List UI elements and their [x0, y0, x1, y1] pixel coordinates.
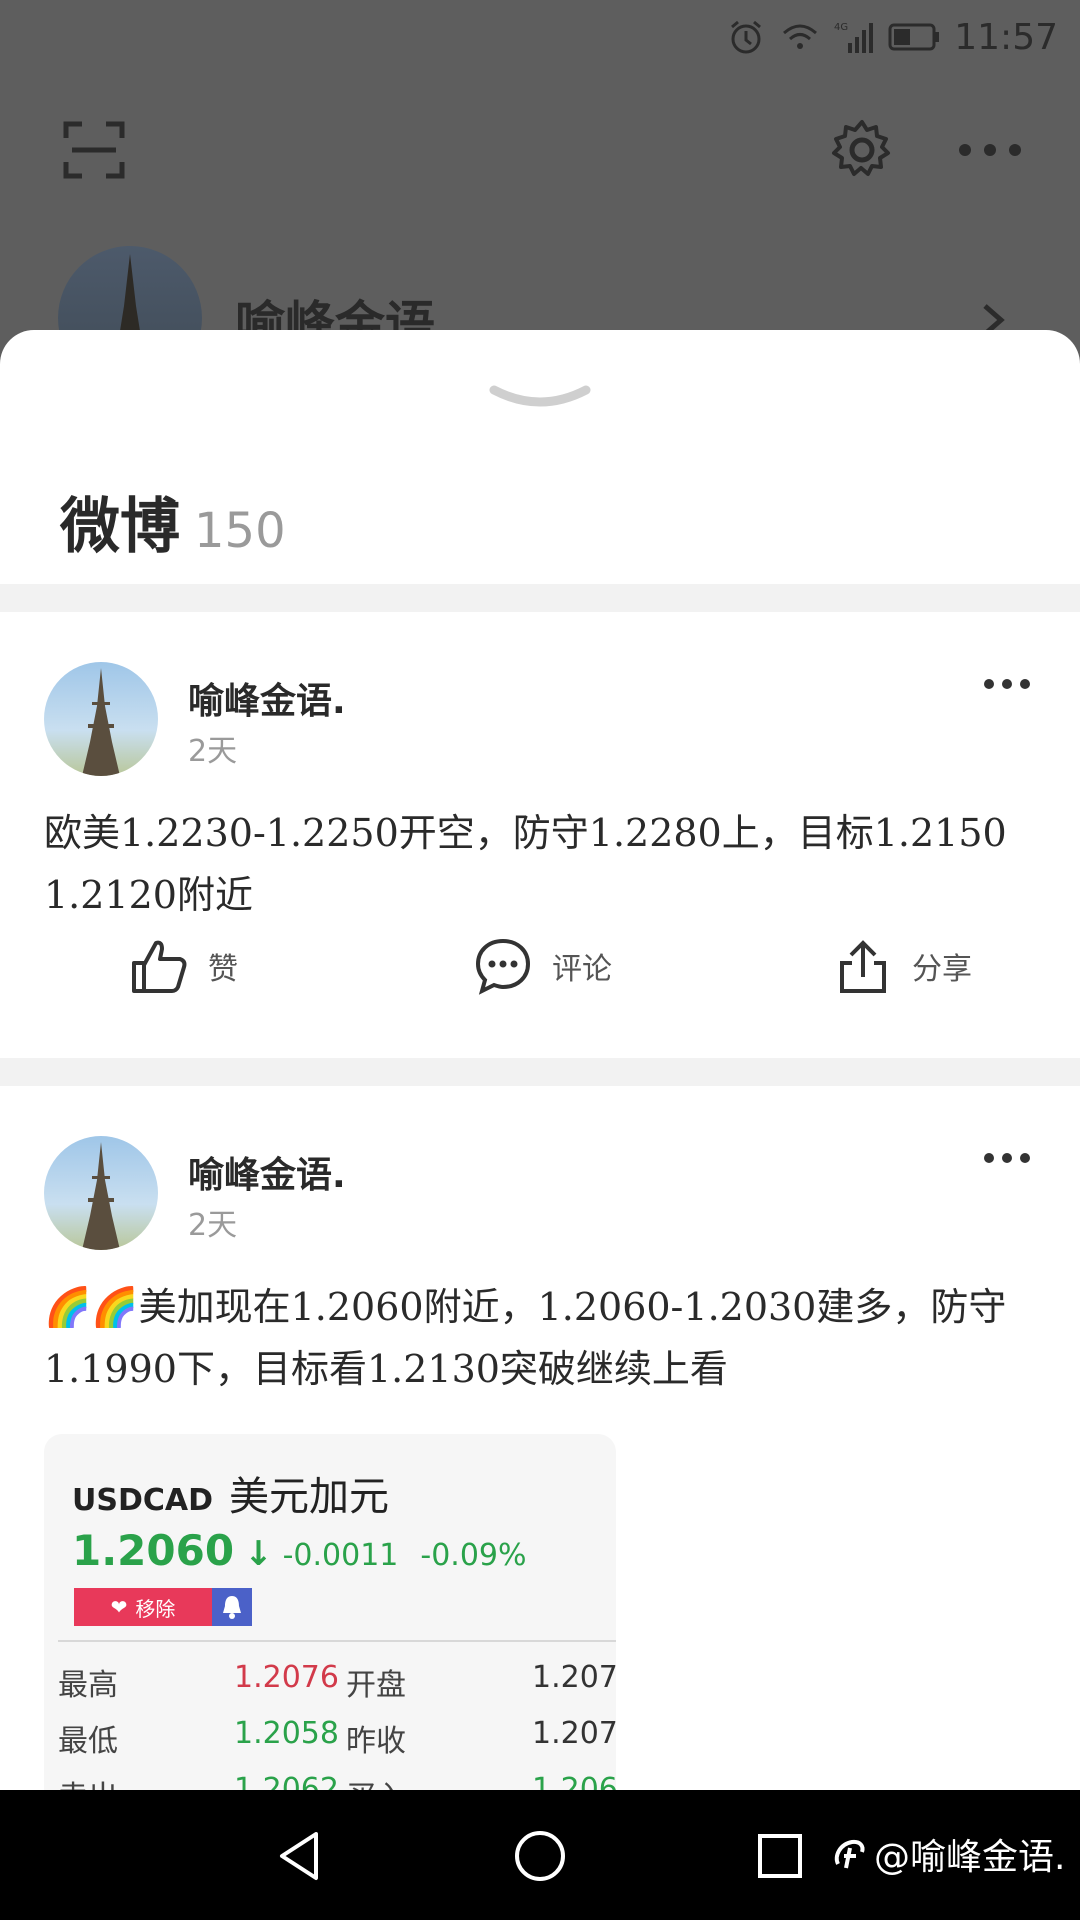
more-options-icon[interactable] — [955, 138, 1025, 162]
scan-icon[interactable] — [62, 120, 126, 180]
quote-price: 1.2060 — [72, 1526, 235, 1575]
quote-value: 1.2058 — [234, 1716, 339, 1751]
divider — [0, 1058, 1080, 1086]
quote-label: 买入 — [346, 1772, 406, 1790]
battery-icon — [888, 23, 940, 51]
author-avatar[interactable] — [44, 1136, 158, 1250]
quote-label: 昨收 — [346, 1724, 406, 1759]
quote-label: 开盘 — [346, 1668, 406, 1703]
weibo-sheet: 微博 150 喻峰金语. 2天 欧美1.2230-1.2250开空，防守1.22… — [0, 330, 1080, 1790]
remove-label: 移除 — [135, 1596, 176, 1621]
comment-label: 评论 — [552, 952, 612, 987]
post-text: 欧美1.2230-1.2250开空，防守1.2280上，目标1.2150 1.2… — [44, 811, 1007, 917]
status-bar: 4G 11:57 — [726, 14, 1058, 60]
quote-label: 卖出 — [58, 1772, 118, 1790]
status-time: 11:57 — [954, 16, 1058, 58]
system-nav-bar: @喻峰金语. — [0, 1790, 1080, 1920]
quote-image[interactable]: USDCAD 美元加元 1.2060 ↓ -0.0011 -0.09% ❤ 移除… — [44, 1434, 616, 1790]
quote-price-row: 1.2060 ↓ -0.0011 -0.09% — [72, 1526, 527, 1575]
alarm-icon — [731, 20, 762, 54]
quote-value: 1.2076 — [234, 1660, 339, 1695]
watermark: @喻峰金语. — [830, 1828, 1065, 1880]
back-icon[interactable] — [272, 1826, 332, 1886]
quote-value: 1.2071 — [532, 1716, 616, 1751]
heart-icon: ❤ — [110, 1595, 128, 1619]
quote-value: 1.2062 — [234, 1772, 339, 1790]
quote-row: 最低 1.2058 昨收 1.2071 — [58, 1710, 616, 1766]
post-more-icon[interactable] — [982, 676, 1032, 692]
post-time: 2天 — [188, 734, 238, 769]
author-name[interactable]: 喻峰金语. — [188, 672, 346, 724]
share-button[interactable]: 分享 — [834, 937, 972, 995]
bell-icon — [223, 1596, 241, 1619]
quote-value: 1.2060 — [532, 1772, 616, 1790]
post-card[interactable]: 喻峰金语. 2天 欧美1.2230-1.2250开空，防守1.2280上，目标1… — [0, 612, 1080, 1058]
quote-code: USDCAD — [72, 1483, 214, 1518]
sheet-title-text: 微博 — [60, 492, 180, 562]
post-card[interactable]: 喻峰金语. 2天 🌈🌈美加现在1.2060附近，1.2060-1.2030建多，… — [0, 1086, 1080, 1790]
watermark-text: @喻峰金语. — [874, 1837, 1066, 1878]
divider — [0, 584, 1080, 612]
thumbs-up-icon — [132, 940, 187, 993]
weibo-logo-icon — [834, 1839, 865, 1869]
quote-change-pct: -0.09% — [420, 1538, 527, 1573]
wifi-icon — [783, 24, 818, 49]
sheet-title: 微博 150 — [60, 478, 286, 565]
quote-label: 最低 — [58, 1724, 118, 1759]
author-name[interactable]: 喻峰金语. — [188, 1146, 346, 1198]
post-actions: 赞 评论 分享 — [0, 937, 1080, 1007]
quote-change: -0.0011 — [282, 1538, 399, 1573]
quote-row: 卖出 1.2062 买入 1.2060 — [58, 1766, 616, 1790]
quote-separator — [58, 1640, 616, 1642]
post-count: 150 — [194, 503, 286, 559]
home-icon[interactable] — [510, 1826, 570, 1886]
collapse-handle-icon[interactable] — [488, 380, 592, 420]
share-icon — [840, 940, 886, 993]
comment-button[interactable]: 评论 — [474, 937, 612, 995]
background-profile-page: 4G 11:57 喻峰金语 — [0, 0, 1080, 390]
signal-icon: 4G — [834, 22, 874, 53]
svg-text:4G: 4G — [834, 22, 848, 33]
gear-icon[interactable] — [830, 118, 894, 182]
quote-row: 最高 1.2076 开盘 1.2071 — [58, 1654, 616, 1710]
bell-badge — [212, 1588, 252, 1626]
quote-value: 1.2071 — [532, 1660, 616, 1695]
recents-icon[interactable] — [750, 1826, 810, 1886]
quote-name: 美元加元 — [229, 1474, 390, 1520]
comment-icon — [475, 938, 531, 995]
post-time: 2天 — [188, 1208, 238, 1243]
author-avatar[interactable] — [44, 662, 158, 776]
like-label: 赞 — [208, 952, 238, 987]
share-label: 分享 — [912, 952, 972, 987]
like-button[interactable]: 赞 — [130, 937, 238, 995]
down-arrow-icon: ↓ — [244, 1534, 273, 1574]
quote-header: USDCAD 美元加元 — [72, 1464, 389, 1522]
quote-label: 最高 — [58, 1668, 118, 1703]
remove-badge: ❤ 移除 — [74, 1588, 212, 1626]
post-more-icon[interactable] — [982, 1150, 1032, 1166]
post-text: 🌈🌈美加现在1.2060附近，1.2060-1.2030建多，防守1.1990下… — [44, 1285, 1007, 1391]
